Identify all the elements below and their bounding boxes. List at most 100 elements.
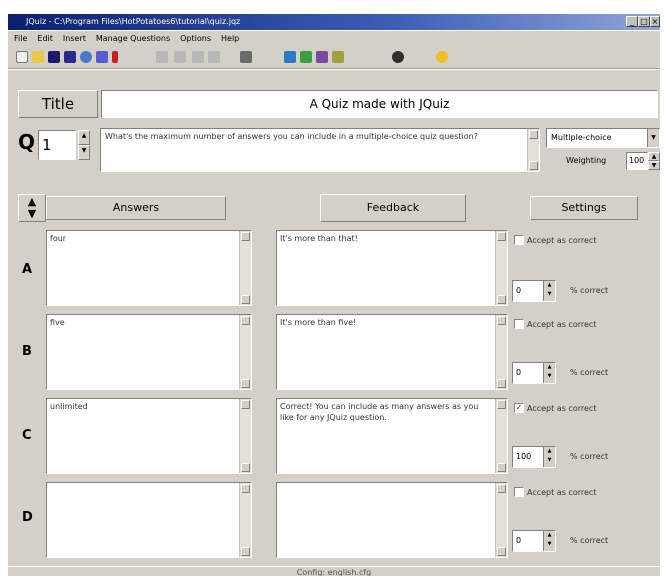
flag-icon[interactable] — [112, 51, 118, 63]
menu-bar: File Edit Insert Manage Questions Option… — [8, 31, 660, 47]
question-type-select[interactable]: Multiple-choice ▼ — [546, 128, 660, 148]
reorder-answers-button[interactable]: ▲ ▼ — [18, 194, 46, 222]
menu-help[interactable]: Help — [221, 31, 239, 47]
new-icon[interactable] — [16, 51, 28, 63]
checkbox-box[interactable] — [514, 487, 524, 497]
question-text-input[interactable]: What's the maximum number of answers you… — [100, 128, 540, 172]
question-type-value: Multiple-choice — [551, 133, 612, 142]
menu-manage-questions[interactable]: Manage Questions — [96, 31, 170, 47]
accept-label: Accept as correct — [527, 487, 597, 497]
add-question-icon[interactable] — [300, 51, 312, 63]
accept-a-checkbox[interactable]: Accept as correct — [514, 235, 596, 245]
save-as-icon[interactable] — [64, 51, 76, 63]
scrollbar[interactable] — [495, 315, 507, 389]
answer-text: unlimited — [50, 402, 88, 411]
help-icon[interactable] — [436, 51, 448, 63]
percent-c-input[interactable]: 100 ▲ ▼ — [512, 446, 556, 468]
feedback-header: Feedback — [320, 194, 466, 222]
accept-label: Accept as correct — [527, 319, 597, 329]
scrollbar[interactable] — [495, 483, 507, 557]
feedback-text: Correct! You can include as many answers… — [280, 402, 479, 422]
menu-edit[interactable]: Edit — [37, 31, 53, 47]
undo-icon[interactable] — [156, 51, 168, 63]
row-label-c: C — [22, 428, 32, 443]
save-icon[interactable] — [48, 51, 60, 63]
scrollbar[interactable] — [239, 483, 251, 557]
spin-arrows-icon[interactable]: ▲ ▼ — [543, 447, 555, 467]
minimize-button[interactable]: _ — [626, 16, 638, 27]
question-scrollbar[interactable] — [527, 129, 539, 171]
answer-d-input[interactable] — [46, 482, 252, 558]
scrollbar[interactable] — [495, 231, 507, 305]
scrollbar[interactable] — [239, 315, 251, 389]
weighting-up-arrow-icon[interactable]: ▲ — [648, 152, 660, 161]
accept-b-checkbox[interactable]: Accept as correct — [514, 319, 596, 329]
question-up-arrow-icon[interactable]: ▲ — [78, 130, 90, 145]
scrollbar[interactable] — [239, 231, 251, 305]
percent-b-label: % correct — [570, 368, 609, 377]
feedback-text: It's more than five! — [280, 318, 357, 327]
answer-a-input[interactable]: four — [46, 230, 252, 306]
spin-arrows-icon[interactable]: ▲ ▼ — [543, 363, 555, 383]
scrollbar[interactable] — [495, 399, 507, 473]
accept-c-checkbox[interactable]: ✓ Accept as correct — [514, 403, 596, 413]
checkbox-box[interactable] — [514, 319, 524, 329]
accept-label: Accept as correct — [527, 235, 597, 245]
menu-options[interactable]: Options — [180, 31, 211, 47]
question-down-arrow-icon[interactable]: ▼ — [78, 145, 90, 160]
close-button[interactable]: × — [650, 16, 660, 27]
web-page-icon[interactable] — [80, 51, 92, 63]
scrollbar[interactable] — [239, 399, 251, 473]
feedback-d-input[interactable] — [276, 482, 508, 558]
open-icon[interactable] — [32, 51, 44, 63]
toolbar — [8, 47, 660, 69]
title-label: Title — [18, 90, 98, 118]
accept-label: Accept as correct — [527, 403, 597, 413]
redo-icon[interactable] — [174, 51, 186, 63]
feedback-a-input[interactable]: It's more than that! — [276, 230, 508, 306]
spell-icon[interactable] — [332, 51, 344, 63]
percent-c-label: % correct — [570, 452, 609, 461]
answer-b-input[interactable]: five — [46, 314, 252, 390]
checkbox-box[interactable]: ✓ — [514, 403, 524, 413]
copy-icon[interactable] — [208, 51, 220, 63]
percent-value: 0 — [516, 536, 522, 545]
weighting-input[interactable]: 100 — [626, 152, 648, 170]
weighting-down-arrow-icon[interactable]: ▼ — [648, 161, 660, 170]
feedback-b-input[interactable]: It's more than five! — [276, 314, 508, 390]
percent-d-label: % correct — [570, 536, 609, 545]
checkbox-box[interactable] — [514, 235, 524, 245]
answer-text: four — [50, 234, 67, 243]
status-bar: Config: english.cfg — [8, 566, 660, 576]
paste-icon[interactable] — [240, 51, 252, 63]
row-label-d: D — [22, 510, 33, 525]
percent-value: 0 — [516, 368, 522, 377]
question-number-input[interactable]: 1 — [38, 130, 76, 160]
export-icon[interactable] — [96, 51, 108, 63]
answers-header: Answers — [46, 196, 226, 220]
view-icon[interactable] — [392, 51, 404, 63]
percent-a-label: % correct — [570, 286, 609, 295]
percent-b-input[interactable]: 0 ▲ ▼ — [512, 362, 556, 384]
feedback-c-input[interactable]: Correct! You can include as many answers… — [276, 398, 508, 474]
cut-icon[interactable] — [192, 51, 204, 63]
config-icon[interactable] — [316, 51, 328, 63]
percent-d-input[interactable]: 0 ▲ ▼ — [512, 530, 556, 552]
quiz-title-input[interactable]: A Quiz made with JQuiz — [101, 90, 658, 118]
answer-c-input[interactable]: unlimited — [46, 398, 252, 474]
maximize-button[interactable]: □ — [638, 16, 650, 27]
spin-arrows-icon[interactable]: ▲ ▼ — [543, 531, 555, 551]
percent-a-input[interactable]: 0 ▲ ▼ — [512, 280, 556, 302]
weighting-label: Weighting — [566, 156, 607, 165]
answer-text: five — [50, 318, 65, 327]
row-label-b: B — [22, 344, 32, 359]
percent-value: 0 — [516, 286, 522, 295]
question-text: What's the maximum number of answers you… — [105, 132, 478, 141]
accept-d-checkbox[interactable]: Accept as correct — [514, 487, 596, 497]
question-label: Q — [18, 130, 36, 154]
chevron-down-icon[interactable]: ▼ — [647, 129, 659, 147]
menu-insert[interactable]: Insert — [63, 31, 86, 47]
spin-arrows-icon[interactable]: ▲ ▼ — [543, 281, 555, 301]
menu-file[interactable]: File — [14, 31, 27, 47]
question-bank-icon[interactable] — [284, 51, 296, 63]
